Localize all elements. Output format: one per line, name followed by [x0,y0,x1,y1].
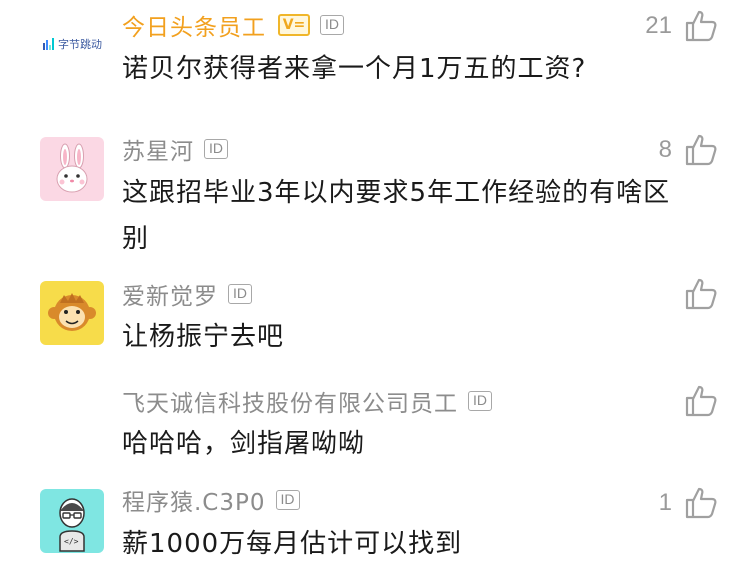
like-button[interactable]: 21 [645,9,718,43]
id-badge: ID [228,284,252,304]
monkey-avatar[interactable] [40,281,104,345]
username[interactable]: 爱新觉罗 [122,277,218,311]
rabbit-avatar[interactable] [40,137,104,201]
like-button[interactable] [672,384,718,418]
like-button[interactable]: 8 [659,133,718,167]
avatar-logo-text: 字节跳动 [58,38,102,51]
thumbs-up-icon [685,134,717,166]
id-badge: ID [468,391,492,411]
avatar[interactable]: 字节跳动 [40,12,104,76]
comment-text: 让杨振宁去吧 [122,322,285,352]
username[interactable]: 程序猿.C3P0 [122,483,266,517]
like-count: 8 [658,136,672,163]
code-tag-text: </> [64,537,79,546]
id-badge: ID [204,139,228,159]
thumbs-up-icon [685,385,717,417]
thumbs-up-icon [685,278,717,310]
comment-text: 这跟招毕业3年以内要求5年工作经验的有啥区别 [122,178,671,254]
id-badge: ID [275,490,300,510]
username[interactable]: 今日头条员工 [122,8,266,42]
thumbs-up-icon [685,487,717,519]
comment-text: 哈哈哈，剑指屠呦呦 [122,429,366,459]
comment-text: 诺贝尔获得者来拿一个月1万五的工资? [122,54,587,84]
bytedance-logo-icon [43,38,54,50]
rabbit-icon [56,143,88,193]
thumbs-up-icon [685,10,717,42]
monkey-icon [48,293,96,331]
like-button[interactable] [672,277,718,311]
verified-badge: V= [278,14,310,36]
comment-text: 薪1000万每月估计可以找到 [122,529,463,559]
like-button[interactable]: 1 [659,486,718,520]
like-count: 1 [658,489,672,516]
like-count: 21 [645,12,672,39]
username[interactable]: 苏星河 [122,132,194,166]
programmer-avatar[interactable]: </> [40,489,104,553]
username[interactable]: 飞天诚信科技股份有限公司员工 [122,384,458,418]
id-badge: ID [320,15,344,35]
